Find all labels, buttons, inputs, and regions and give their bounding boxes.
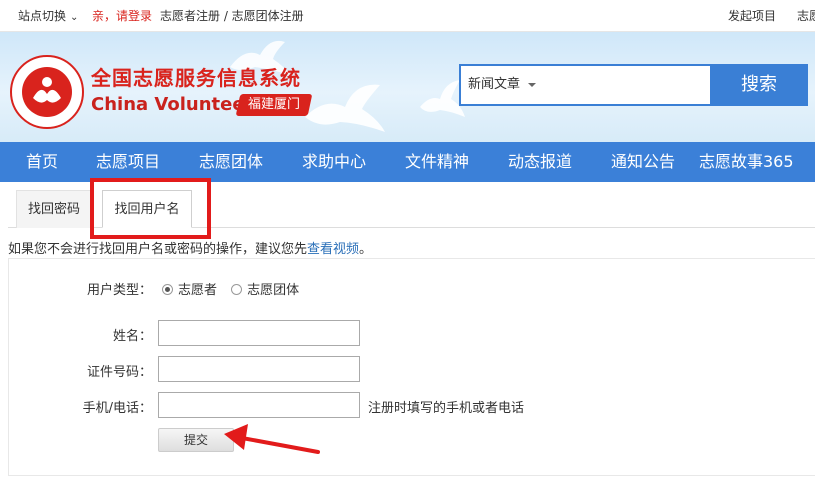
site-switch-label: 站点切换 [18,9,67,23]
nav-item-home[interactable]: 首页 [26,142,58,182]
name-label: 姓名： [112,329,152,344]
user-type-radio-group: 志愿者 志愿团体 [162,279,309,298]
nav-item-documents[interactable]: 文件精神 [405,142,469,182]
phone-label: 手机/电话： [82,401,152,416]
nav-item-notices[interactable]: 通知公告 [611,142,675,182]
china-volunteer-logo [10,55,84,129]
nav-item-groups[interactable]: 志愿团体 [199,142,263,182]
help-hint: 如果您不会进行找回用户名或密码的操作，建议您先查看视频。 [8,238,372,257]
city-badge-label: 福建厦门 [248,97,301,112]
phone-note: 注册时填写的手机或者电话 [368,401,525,416]
volunteer-link-cut[interactable]: 志愿 [797,0,815,32]
caret-down-icon [528,82,537,87]
nav-item-help[interactable]: 求助中心 [302,142,366,182]
nav-item-projects[interactable]: 志愿项目 [96,142,160,182]
top-bar: 站点切换⌄ 亲，请登录 志愿者注册 / 志愿团体注册 发起项目 志愿 [0,0,815,32]
launch-project-link[interactable]: 发起项目 [728,0,776,32]
main-nav: 首页 志愿项目 志愿团体 求助中心 文件精神 动态报道 通知公告 志愿故事365 [0,142,815,182]
user-type-label: 用户类型： [86,283,152,298]
hint-tail: 。 [359,242,373,257]
header-banner: 全国志愿服务信息系统 China Volunteer 福建厦门 新闻文章 搜索 [0,32,815,142]
search-category-label: 新闻文章 [468,77,521,92]
hint-text: 如果您不会进行找回用户名或密码的操作，建议您先 [8,242,308,257]
radio-unselected-icon [231,284,243,295]
site-switch[interactable]: 站点切换 ⌄ [18,0,78,34]
site-title: 全国志愿服务信息系统 [91,66,301,90]
id-number-input[interactable] [158,356,360,382]
name-input[interactable] [158,320,360,346]
watch-video-link[interactable]: 查看视频 [307,242,359,257]
radio-volunteer[interactable]: 志愿者 [162,283,217,298]
annotation-arrow-icon [224,424,320,454]
search-box: 新闻文章 搜索 [459,64,808,106]
search-category-select[interactable]: 新闻文章 [468,66,537,104]
register-links[interactable]: 志愿者注册 / 志愿团体注册 [160,0,304,32]
site-title-en: China Volunteer [91,94,254,115]
search-button[interactable]: 搜索 [710,64,808,106]
login-link[interactable]: 亲，请登录 [92,0,152,32]
radio-group[interactable]: 志愿团体 [231,283,299,298]
radio-selected-icon [162,284,173,295]
radio-group-label: 志愿团体 [247,283,300,298]
nav-item-stories[interactable]: 志愿故事365 [699,142,794,182]
phone-input[interactable] [158,392,360,418]
nav-item-news[interactable]: 动态报道 [508,142,572,182]
dove-decoration [305,84,385,132]
annotation-highlight-box [90,178,211,239]
city-badge: 福建厦门 [235,94,313,116]
id-number-label: 证件号码： [86,365,152,380]
radio-volunteer-label: 志愿者 [178,283,218,298]
tab-recover-password[interactable]: 找回密码 [16,190,92,228]
chevron-down-icon: ⌄ [70,12,79,23]
